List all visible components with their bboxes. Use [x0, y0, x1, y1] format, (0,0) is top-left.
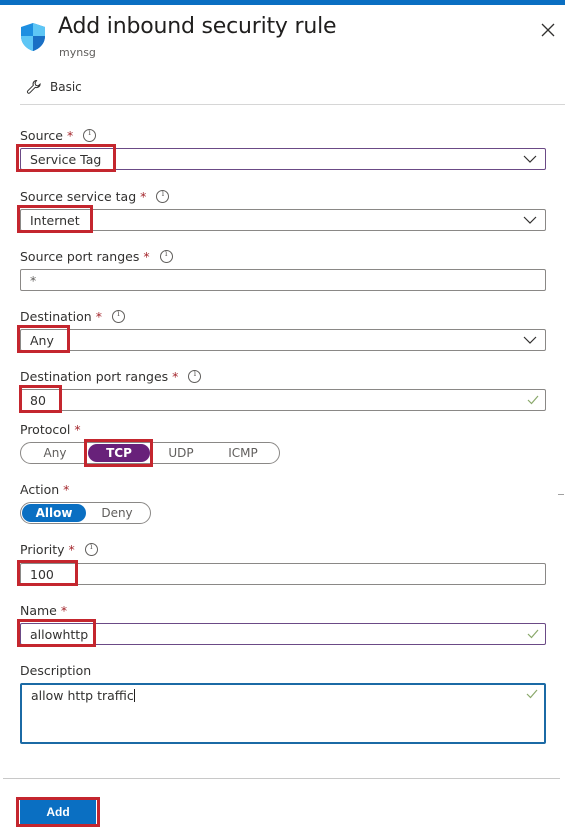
source-port-ranges-input[interactable]: * — [20, 269, 546, 291]
source-dropdown[interactable]: Service Tag — [20, 148, 546, 170]
text-cursor — [133, 689, 135, 702]
priority-label: Priority * — [20, 542, 98, 557]
info-icon[interactable] — [188, 369, 202, 383]
label-text: Name — [20, 603, 57, 618]
protocol-label: Protocol * — [20, 422, 81, 437]
priority-value: 100 — [30, 567, 54, 582]
destination-value: Any — [30, 333, 54, 348]
info-icon[interactable] — [159, 249, 173, 263]
action-label: Action * — [20, 482, 69, 497]
footer-divider — [3, 778, 560, 779]
protocol-option-any[interactable]: Any — [22, 444, 88, 462]
name-input[interactable]: allowhttp — [20, 623, 546, 645]
tab-label: Basic — [50, 80, 82, 94]
checkmark-icon — [526, 689, 538, 699]
description-value: allow http traffic — [31, 688, 135, 703]
label-text: Action — [20, 482, 60, 497]
label-text: Destination — [20, 309, 92, 324]
label-text: Description — [20, 663, 92, 678]
label-text: Source — [20, 128, 63, 143]
required-marker: * — [95, 309, 102, 324]
destination-port-ranges-value: 80 — [30, 393, 46, 408]
scroll-marker — [558, 494, 564, 495]
destination-port-ranges-label: Destination port ranges * — [20, 369, 202, 384]
name-label: Name * — [20, 603, 67, 618]
required-marker: * — [66, 128, 74, 143]
description-label: Description — [20, 663, 91, 678]
source-label: Source * — [20, 128, 97, 143]
checkmark-icon — [527, 395, 539, 405]
wrench-icon — [26, 79, 41, 94]
page-title: Add inbound security rule — [58, 14, 337, 39]
chevron-down-icon — [523, 216, 537, 224]
priority-input[interactable]: 100 — [20, 563, 546, 585]
source-value: Service Tag — [30, 152, 102, 167]
description-textarea[interactable]: allow http traffic — [20, 683, 546, 744]
source-service-tag-label: Source service tag * — [20, 189, 170, 204]
chevron-down-icon — [523, 155, 537, 163]
page-subtitle: mynsg — [59, 46, 96, 59]
header-divider — [20, 104, 565, 105]
top-accent-bar — [0, 0, 565, 5]
source-port-ranges-label: Source port ranges * — [20, 249, 173, 264]
info-icon[interactable] — [83, 128, 97, 142]
shield-icon — [21, 23, 45, 51]
required-marker: * — [68, 542, 75, 557]
label-text: Source port ranges — [20, 249, 140, 264]
required-marker: * — [143, 249, 150, 264]
protocol-option-icmp[interactable]: ICMP — [212, 444, 274, 462]
chevron-down-icon — [523, 336, 537, 344]
required-marker: * — [140, 189, 147, 204]
action-segmented-control[interactable]: Allow Deny — [20, 502, 151, 524]
action-option-allow[interactable]: Allow — [22, 504, 86, 522]
required-marker: * — [63, 482, 70, 497]
source-service-tag-dropdown[interactable]: Internet — [20, 209, 546, 231]
info-icon[interactable] — [84, 542, 98, 556]
tab-basic[interactable]: Basic — [26, 79, 82, 95]
label-text: Destination port ranges — [20, 369, 169, 384]
label-text: Source service tag — [20, 189, 137, 204]
destination-port-ranges-input[interactable]: 80 — [20, 389, 546, 411]
required-marker: * — [60, 603, 68, 618]
label-text: Priority — [20, 542, 65, 557]
close-icon[interactable] — [538, 20, 558, 40]
destination-dropdown[interactable]: Any — [20, 329, 546, 351]
info-icon[interactable] — [111, 309, 125, 323]
required-marker: * — [74, 422, 81, 437]
info-icon[interactable] — [156, 189, 170, 203]
protocol-option-tcp[interactable]: TCP — [88, 444, 150, 462]
action-option-deny[interactable]: Deny — [86, 504, 148, 522]
name-value: allowhttp — [30, 627, 89, 642]
add-button[interactable]: Add — [20, 800, 96, 824]
label-text: Protocol — [20, 422, 71, 437]
checkmark-icon — [527, 629, 539, 639]
source-port-ranges-value: * — [30, 273, 37, 288]
required-marker: * — [172, 369, 179, 384]
protocol-option-udp[interactable]: UDP — [150, 444, 212, 462]
source-service-tag-value: Internet — [30, 213, 80, 228]
protocol-segmented-control[interactable]: Any TCP UDP ICMP — [20, 442, 280, 464]
description-text: allow http traffic — [31, 688, 134, 703]
destination-label: Destination * — [20, 309, 125, 324]
